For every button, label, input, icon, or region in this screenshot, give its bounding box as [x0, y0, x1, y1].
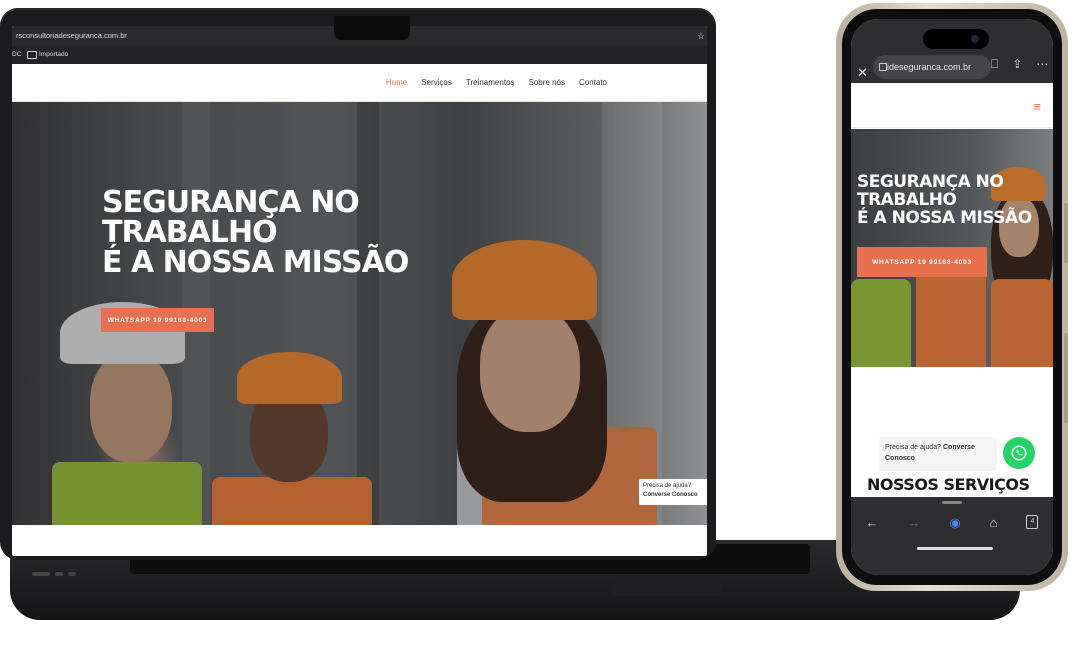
share-icon[interactable]: ⇪: [1012, 57, 1022, 72]
laptop-trackpad: [612, 578, 722, 596]
help-text: Precisa de ajuda?: [643, 483, 692, 489]
phone-side-button: [1064, 203, 1068, 263]
nav-home[interactable]: Home: [386, 78, 407, 87]
tabs-icon[interactable]: 4: [1026, 515, 1039, 529]
phone-side-button: [1064, 333, 1068, 423]
mobile-browser-actions: ⎕ ⇪ ⋯: [991, 57, 1048, 72]
browser-url[interactable]: rsconsultoriadeseguranca.com.br: [16, 26, 127, 46]
whatsapp-button[interactable]: WHATSAPP 19 99168-4003: [101, 308, 214, 332]
mobile-site-header: ≡: [851, 83, 1053, 128]
mobile-nav-row: ← → ◉ ⌂ 4: [851, 515, 1053, 531]
hamburger-icon[interactable]: ≡: [1033, 99, 1041, 114]
laptop-ports: [32, 572, 76, 576]
hero-banner: SEGURANÇA NO TRABALHO É A NOSSA MISSÃO W…: [12, 102, 707, 525]
mobile-bottom-bar: ← → ◉ ⌂ 4: [851, 497, 1053, 575]
site-header: Home Serviços Treinamentos Sobre nós Con…: [12, 64, 707, 102]
hero-title-line: SEGURANÇA NO: [102, 185, 360, 220]
help-link[interactable]: Converse Conosco: [643, 492, 698, 498]
gesture-bar: [917, 547, 993, 550]
bookmark-folder-importado[interactable]: Importado: [39, 46, 68, 64]
star-icon[interactable]: ☆: [697, 26, 705, 46]
laptop-notch: [334, 16, 410, 40]
folder-icon: [27, 51, 37, 59]
forward-icon[interactable]: →: [907, 515, 920, 531]
nav-treinamentos[interactable]: Treinamentos: [466, 78, 515, 87]
sheet-handle: [942, 501, 962, 504]
phone-device: ✕ ideseguranca.com.br ⎕ ⇪ ⋯ ≡ SEGURANÇA …: [836, 3, 1068, 591]
laptop-lid: rsconsultoriadeseguranca.com.br ☆ DC Imp…: [0, 8, 716, 560]
mobile-hero-title: SEGURANÇA NO TRABALHO É A NOSSA MISSÃO: [857, 173, 1032, 227]
help-chat-widget[interactable]: Precisa de ajuda? Converse Conosco: [639, 479, 707, 505]
close-icon[interactable]: ✕: [857, 65, 868, 81]
mobile-whatsapp-button[interactable]: WHATSAPP 19 99168-4003: [857, 247, 987, 277]
mobile-url-field[interactable]: ideseguranca.com.br: [873, 55, 991, 79]
main-menu: Home Serviços Treinamentos Sobre nós Con…: [386, 64, 607, 101]
phone-screen: ✕ ideseguranca.com.br ⎕ ⇪ ⋯ ≡ SEGURANÇA …: [851, 19, 1053, 575]
bookmark-item[interactable]: DC: [12, 46, 21, 64]
back-icon[interactable]: ←: [865, 515, 878, 531]
hero-title-line: TRABALHO: [857, 190, 957, 210]
mobile-hero: SEGURANÇA NO TRABALHO É A NOSSA MISSÃO W…: [851, 129, 1053, 367]
lock-icon: [879, 63, 887, 71]
laptop-screen: rsconsultoriadeseguranca.com.br ☆ DC Imp…: [12, 26, 707, 556]
google-icon[interactable]: ◉: [949, 515, 960, 531]
nav-contato[interactable]: Contato: [579, 78, 607, 87]
dynamic-island: [923, 29, 989, 49]
nav-sobre-nos[interactable]: Sobre nós: [529, 78, 565, 87]
section-title: NOSSOS SERVIÇOS: [867, 475, 1030, 494]
mobile-help-widget[interactable]: Precisa de ajuda? Converse Conosco: [879, 437, 997, 471]
hero-title-line: É A NOSSA MISSÃO: [857, 208, 1032, 228]
bookmarks-bar: DC Importado: [12, 46, 707, 64]
home-icon[interactable]: ⌂: [990, 515, 998, 531]
whatsapp-icon[interactable]: [1003, 437, 1035, 469]
phone-bezel: ✕ ideseguranca.com.br ⎕ ⇪ ⋯ ≡ SEGURANÇA …: [842, 9, 1062, 585]
nav-servicos[interactable]: Serviços: [421, 78, 452, 87]
help-text: Precisa de ajuda?: [885, 444, 943, 451]
hero-title-line: SEGURANÇA NO: [857, 172, 1004, 192]
mobile-url: ideseguranca.com.br: [887, 62, 972, 72]
hero-title: SEGURANÇA NO TRABALHO É A NOSSA MISSÃO: [102, 185, 409, 280]
hero-title-line: É A NOSSA MISSÃO: [102, 245, 409, 280]
more-icon[interactable]: ⋯: [1036, 57, 1048, 72]
bookmark-icon[interactable]: ⎕: [991, 57, 998, 72]
hero-title-line: TRABALHO: [102, 215, 278, 250]
